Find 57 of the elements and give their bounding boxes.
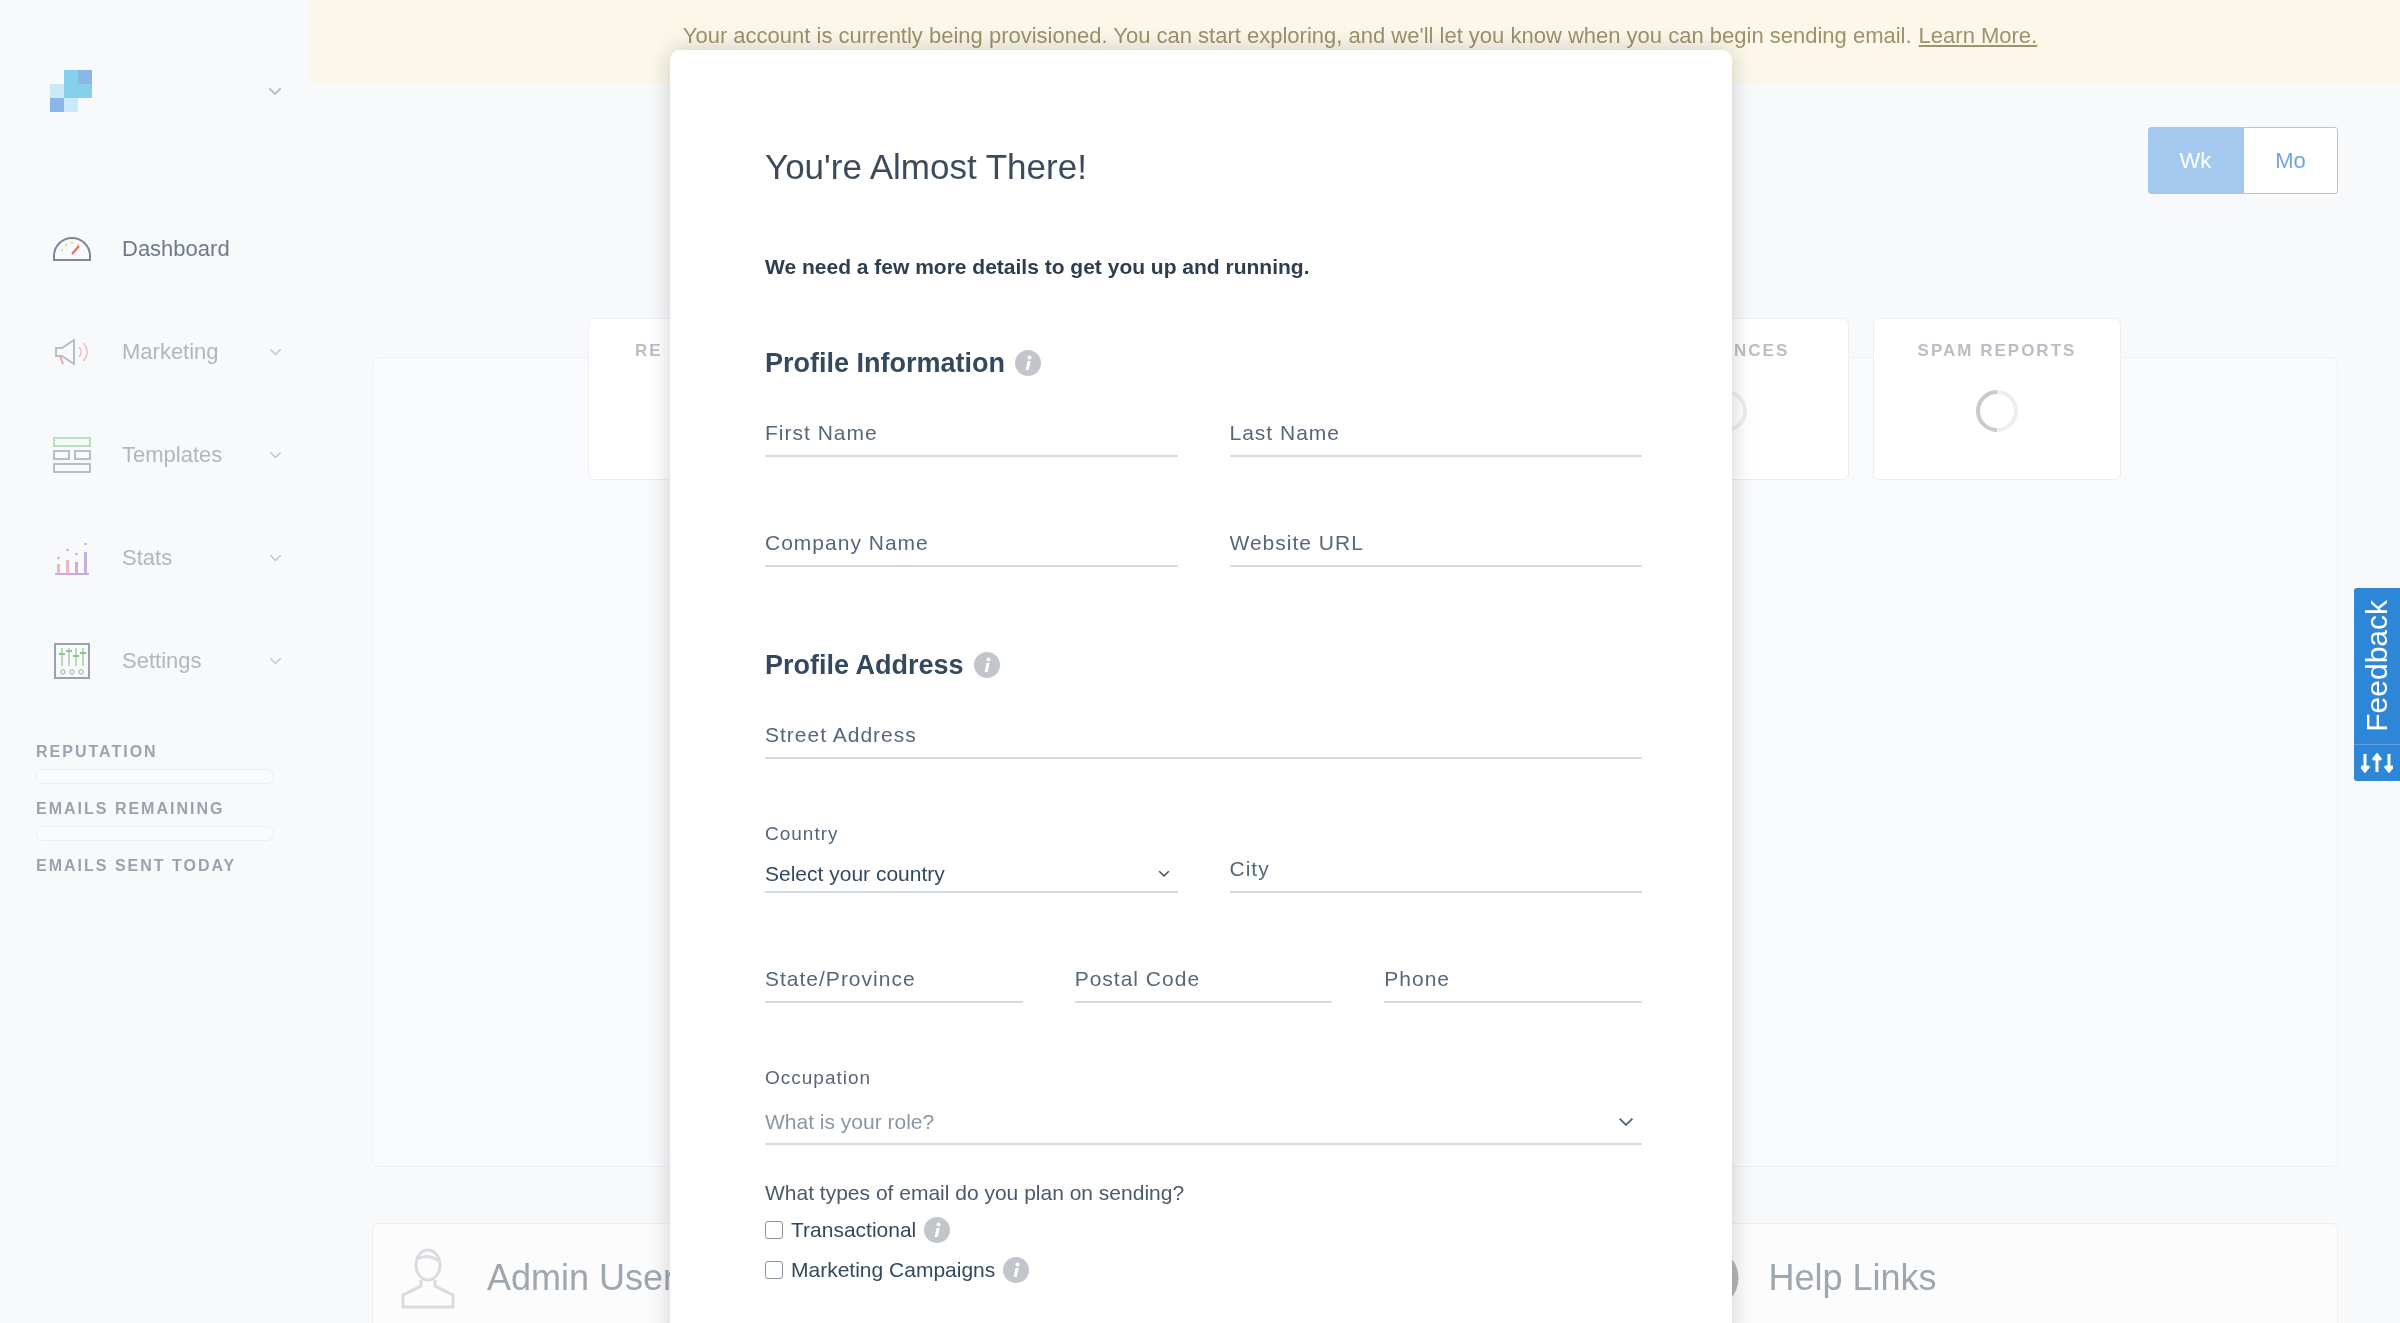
card-title: Help Links <box>1768 1257 1937 1299</box>
text-field[interactable]: Website URL <box>1229 521 1642 567</box>
checkbox-label: Transactional <box>791 1218 917 1242</box>
nav-item[interactable]: Dashboard <box>0 222 310 275</box>
nav-item[interactable]: Marketing <box>0 325 310 378</box>
stat-title: NCES <box>1734 341 1790 361</box>
sort-arrows-icon <box>2361 752 2393 773</box>
chevron-icon <box>269 347 282 356</box>
meter-label: EMAILS REMAINING <box>36 800 226 818</box>
chevron-icon <box>268 86 282 96</box>
text-field[interactable]: Last Name <box>1229 411 1642 457</box>
modal-title: You're Almost There! <box>765 146 1088 188</box>
nav-item[interactable]: Templates <box>0 428 310 481</box>
info-icon <box>1015 350 1041 376</box>
gauge-icon <box>52 235 92 262</box>
text-field[interactable]: Street Address <box>765 713 1642 759</box>
info-icon <box>1003 1257 1030 1283</box>
checkbox[interactable] <box>765 1261 783 1279</box>
question-text: What types of email do you plan on sending? <box>765 1181 1186 1205</box>
sliders-icon <box>54 642 90 679</box>
layout-icon <box>53 436 91 473</box>
range-toggle-button[interactable]: Mo <box>2243 127 2338 194</box>
nav-item[interactable]: Stats <box>0 531 310 584</box>
stat-title: RE <box>635 341 663 361</box>
stat-title: SPAM REPORTS <box>1917 341 2077 361</box>
text-field[interactable]: City <box>1229 847 1642 893</box>
field-label: Country <box>765 823 840 845</box>
user-icon <box>399 1247 457 1309</box>
card-title: Admin User <box>487 1257 676 1299</box>
range-toggle-button[interactable]: Wk <box>2148 127 2243 194</box>
text-field[interactable]: Company Name <box>765 521 1178 567</box>
text-field[interactable]: State/Province <box>765 957 1023 1003</box>
field-label: Occupation <box>765 1067 873 1089</box>
section-heading: Profile Information <box>765 347 1005 380</box>
text-field[interactable]: Postal Code <box>1074 957 1333 1003</box>
chevron-icon <box>269 656 282 665</box>
nav-item[interactable]: Settings <box>0 634 310 687</box>
info-icon <box>924 1217 951 1243</box>
modal-subtitle: We need a few more details to get you up and running. <box>765 255 1311 279</box>
dropdown[interactable]: Select your country <box>765 857 1178 893</box>
feedback-tab[interactable]: Feedback <box>2354 588 2400 781</box>
text-field[interactable]: First Name <box>765 411 1178 457</box>
text-field[interactable]: Phone <box>1384 957 1642 1003</box>
info-icon <box>973 652 1000 678</box>
chevron-icon <box>269 553 282 562</box>
learn-more-link[interactable]: Learn More. <box>1918 23 2038 49</box>
section-heading: Profile Address <box>765 649 964 682</box>
logo-icon <box>50 70 92 112</box>
meter-label: REPUTATION <box>36 743 159 761</box>
checkbox-label: Marketing Campaigns <box>791 1258 996 1282</box>
banner-message: Your account is currently being provisioned. You can start exploring, and we'll let you know when you can begin sending email. <box>682 23 1912 49</box>
dropdown[interactable]: What is your role? <box>765 1101 1642 1145</box>
caret-icon <box>1618 1117 1634 1127</box>
meter-label: EMAILS SENT TODAY <box>36 857 238 875</box>
caret-icon <box>1157 870 1170 878</box>
chevron-icon <box>269 450 282 459</box>
checkbox[interactable] <box>765 1221 783 1239</box>
